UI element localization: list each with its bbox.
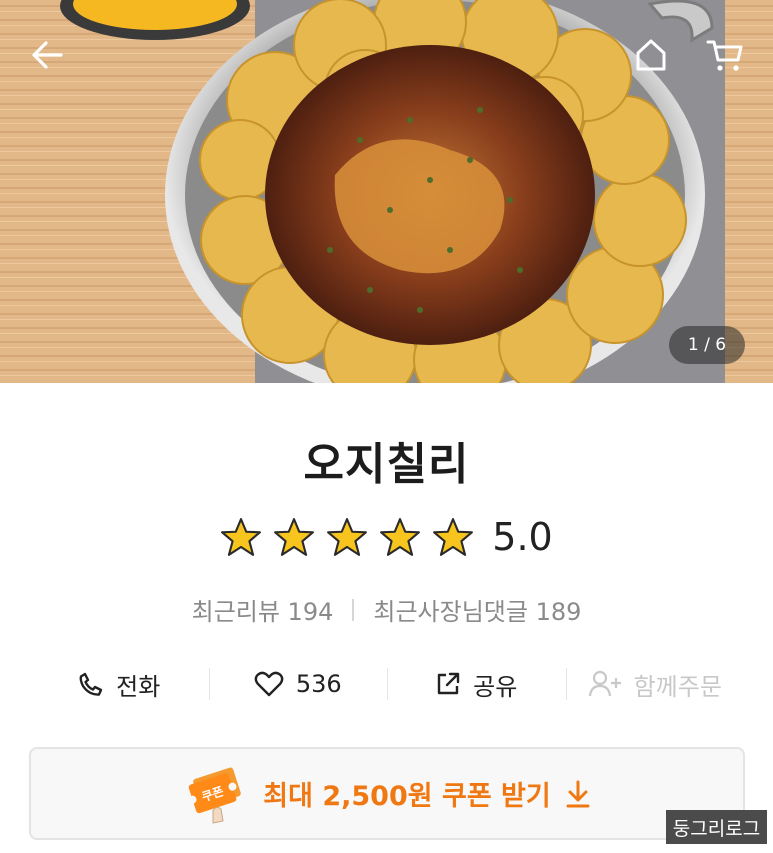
- star-icon: [433, 518, 474, 556]
- like-button[interactable]: 536: [208, 660, 388, 708]
- recent-reviews-link[interactable]: 최근리뷰 194: [192, 592, 334, 627]
- owner-replies-link[interactable]: 최근사장님댓글 189: [373, 592, 581, 627]
- arrow-left-icon: [32, 41, 63, 69]
- coupon-ticket-icon: 쿠폰: [188, 767, 242, 824]
- star-icon: [380, 518, 421, 556]
- star-icon: [327, 518, 368, 556]
- home-icon: [636, 39, 666, 71]
- share-label: 공유: [473, 672, 518, 701]
- store-name: 오지칠리: [303, 439, 470, 490]
- home-button[interactable]: [626, 30, 676, 80]
- divider: [352, 598, 355, 621]
- image-counter: 1 / 6: [669, 326, 745, 364]
- coupon-label: 최대 2,500원 쿠폰 받기: [263, 781, 551, 812]
- cart-icon: [706, 40, 743, 71]
- call-button[interactable]: 전화: [30, 660, 209, 708]
- star-icon: [221, 518, 262, 556]
- cart-button[interactable]: [700, 30, 750, 80]
- action-bar: 전화 536 공유 함께주문: [30, 660, 744, 708]
- rating-score: 5.0: [492, 515, 553, 559]
- back-button[interactable]: [22, 30, 72, 80]
- heart-icon: [254, 671, 284, 697]
- group-order-button[interactable]: 함께주문: [565, 660, 745, 708]
- call-label: 전화: [116, 672, 161, 701]
- rating-row: 5.0: [0, 515, 773, 559]
- like-count: 536: [295, 670, 342, 698]
- group-order-label: 함께주문: [633, 672, 722, 701]
- share-button[interactable]: 공유: [387, 660, 566, 708]
- review-stats: 최근리뷰 194 최근사장님댓글 189: [0, 592, 773, 627]
- share-icon: [437, 672, 460, 695]
- star-rating: [220, 516, 474, 558]
- star-icon: [274, 518, 315, 556]
- phone-icon: [79, 672, 103, 696]
- add-person-icon: [588, 670, 621, 697]
- coupon-button[interactable]: 쿠폰 최대 2,500원 쿠폰 받기: [29, 747, 745, 840]
- download-arrow-icon: [566, 780, 590, 807]
- watermark: 둥그리로그: [666, 810, 767, 844]
- hero-image[interactable]: 1 / 6: [0, 0, 773, 383]
